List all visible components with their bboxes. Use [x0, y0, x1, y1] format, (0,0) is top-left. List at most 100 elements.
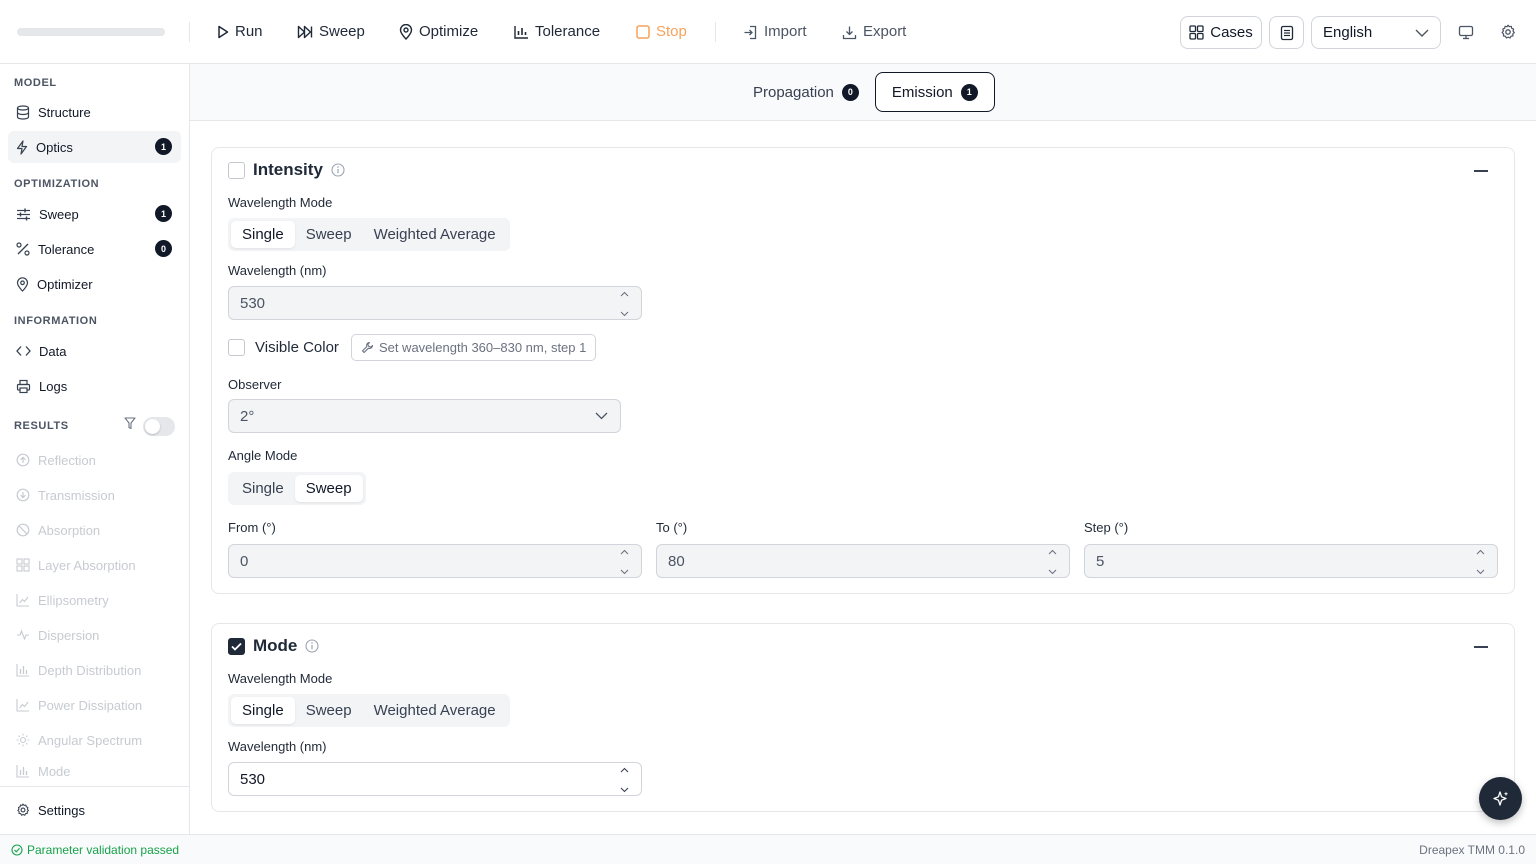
- tab-propagation[interactable]: Propagation 0: [737, 72, 875, 112]
- sidebar-item-dispersion[interactable]: Dispersion: [8, 619, 181, 651]
- from-angle-stepper[interactable]: [620, 549, 629, 575]
- tabs-strip: Propagation 0 Emission 1: [190, 64, 1536, 121]
- toolbar-divider: [715, 22, 716, 42]
- sun-icon: [16, 733, 30, 747]
- sidebar-footer: Settings: [0, 786, 189, 834]
- app-version: Dreapex TMM 0.1.0: [1419, 842, 1525, 857]
- sidebar-item-label: Depth Distribution: [38, 662, 142, 678]
- mode-title: Mode: [253, 636, 298, 655]
- step-angle-stepper[interactable]: [1476, 549, 1485, 575]
- sparkles-icon: [1492, 790, 1510, 808]
- arrow-down-circle-icon: [16, 488, 30, 502]
- toolbar-divider: [189, 22, 190, 42]
- tab-emission[interactable]: Emission 1: [874, 72, 995, 112]
- sidebar-item-reflection[interactable]: Reflection: [8, 444, 181, 476]
- sidebar-item-layer-absorption[interactable]: Layer Absorption: [8, 549, 181, 581]
- emission-count-badge: 1: [960, 83, 978, 101]
- observer-select[interactable]: 2°: [228, 399, 621, 433]
- mode-wavelength-stepper[interactable]: [620, 767, 629, 793]
- filter-icon[interactable]: [124, 417, 136, 430]
- toggle-knob: [145, 419, 160, 434]
- gear-icon: [1500, 24, 1516, 40]
- mode-wavelength-mode-sweep[interactable]: Sweep: [295, 697, 363, 724]
- from-angle-value: 0: [240, 552, 249, 570]
- download-icon: [842, 25, 857, 40]
- optimize-button[interactable]: Optimize: [399, 20, 478, 44]
- sweep-label: Sweep: [319, 23, 365, 40]
- mode-header: Mode: [228, 636, 319, 656]
- language-select[interactable]: English: [1311, 16, 1441, 49]
- mode-card: Mode Wavelength Mode Single Sweep Weight…: [211, 623, 1515, 812]
- sidebar: MODEL Structure Optics 1 OPTIMIZATION Sw…: [0, 64, 190, 834]
- sweep-button[interactable]: Sweep: [297, 20, 365, 44]
- notes-button[interactable]: [1269, 16, 1304, 49]
- ai-assistant-button[interactable]: [1479, 777, 1522, 820]
- cases-button[interactable]: Cases: [1180, 16, 1262, 49]
- angle-mode-sweep[interactable]: Sweep: [294, 475, 363, 502]
- wavelength-mode-toggle: Single Sweep Weighted Average: [228, 218, 510, 251]
- bar-chart-icon: [16, 663, 30, 677]
- tolerance-button[interactable]: Tolerance: [514, 20, 600, 44]
- step-angle-input[interactable]: 5: [1084, 544, 1498, 578]
- intensity-checkbox[interactable]: [228, 161, 245, 179]
- sidebar-item-angular-spectrum[interactable]: Angular Spectrum: [8, 724, 181, 756]
- mode-wavelength-mode-toggle: Single Sweep Weighted Average: [228, 694, 510, 727]
- to-angle-stepper[interactable]: [1048, 549, 1057, 575]
- sidebar-item-logs[interactable]: Logs: [8, 370, 181, 402]
- angle-mode-single[interactable]: Single: [231, 475, 295, 502]
- wavelength-mode-single[interactable]: Single: [231, 221, 295, 248]
- mode-wavelength-mode-label: Wavelength Mode: [228, 671, 333, 686]
- results-toggle[interactable]: [143, 417, 175, 436]
- mode-wavelength-label: Wavelength (nm): [228, 739, 327, 754]
- sidebar-item-depth-distribution[interactable]: Depth Distribution: [8, 654, 181, 686]
- monitor-button[interactable]: [1456, 22, 1476, 42]
- sidebar-item-data[interactable]: Data: [8, 335, 181, 367]
- sidebar-item-settings[interactable]: Settings: [8, 794, 181, 826]
- sidebar-item-mode[interactable]: Mode: [8, 759, 181, 783]
- stop-button[interactable]: Stop: [636, 20, 687, 44]
- optimize-label: Optimize: [419, 23, 479, 40]
- intensity-collapse-button[interactable]: [1474, 170, 1488, 172]
- export-button[interactable]: Export: [842, 20, 906, 44]
- info-icon[interactable]: [331, 163, 345, 177]
- sidebar-item-label: Mode: [38, 763, 71, 779]
- sidebar-item-sweep[interactable]: Sweep 1: [8, 198, 181, 230]
- sidebar-item-optics[interactable]: Optics 1: [8, 131, 181, 163]
- wavelength-input[interactable]: 530: [228, 286, 642, 320]
- visible-color-checkbox[interactable]: [228, 339, 245, 356]
- gear-icon: [16, 803, 30, 817]
- sidebar-item-structure[interactable]: Structure: [8, 96, 181, 128]
- bar-chart-icon: [514, 25, 529, 39]
- sidebar-item-transmission[interactable]: Transmission: [8, 479, 181, 511]
- sidebar-item-power-dissipation[interactable]: Power Dissipation: [8, 689, 181, 721]
- mode-wavelength-mode-weighted-average[interactable]: Weighted Average: [363, 697, 507, 724]
- sidebar-item-ellipsometry[interactable]: Ellipsometry: [8, 584, 181, 616]
- sidebar-item-absorption[interactable]: Absorption: [8, 514, 181, 546]
- wavelength-mode-weighted-average[interactable]: Weighted Average: [363, 221, 507, 248]
- export-label: Export: [863, 23, 907, 40]
- sidebar-item-tolerance[interactable]: Tolerance 0: [8, 233, 181, 265]
- mode-wavelength-mode-single[interactable]: Single: [231, 697, 295, 724]
- wavelength-stepper[interactable]: [620, 291, 629, 317]
- app-logo-placeholder: [17, 28, 165, 36]
- language-value: English: [1323, 24, 1373, 41]
- run-button[interactable]: Run: [217, 20, 263, 44]
- sidebar-item-optimizer[interactable]: Optimizer: [8, 268, 181, 300]
- visible-color-row: Visible Color Set wavelength 360–830 nm,…: [228, 334, 597, 361]
- sidebar-item-label: Layer Absorption: [38, 557, 136, 573]
- mode-checkbox[interactable]: [228, 637, 245, 655]
- info-icon[interactable]: [305, 639, 319, 653]
- settings-button[interactable]: [1498, 22, 1518, 42]
- document-icon: [1280, 25, 1294, 41]
- mode-wavelength-input[interactable]: 530: [228, 762, 642, 796]
- sidebar-item-label: Dispersion: [38, 627, 100, 643]
- set-wavelength-range-button[interactable]: Set wavelength 360–830 nm, step 1: [350, 334, 597, 361]
- ban-icon: [16, 523, 30, 537]
- database-icon: [16, 104, 30, 120]
- step-angle-label: Step (°): [1084, 520, 1129, 535]
- from-angle-input[interactable]: 0: [228, 544, 642, 578]
- wavelength-mode-sweep[interactable]: Sweep: [295, 221, 363, 248]
- mode-collapse-button[interactable]: [1474, 646, 1488, 648]
- import-button[interactable]: Import: [743, 20, 807, 44]
- to-angle-input[interactable]: 80: [656, 544, 1070, 578]
